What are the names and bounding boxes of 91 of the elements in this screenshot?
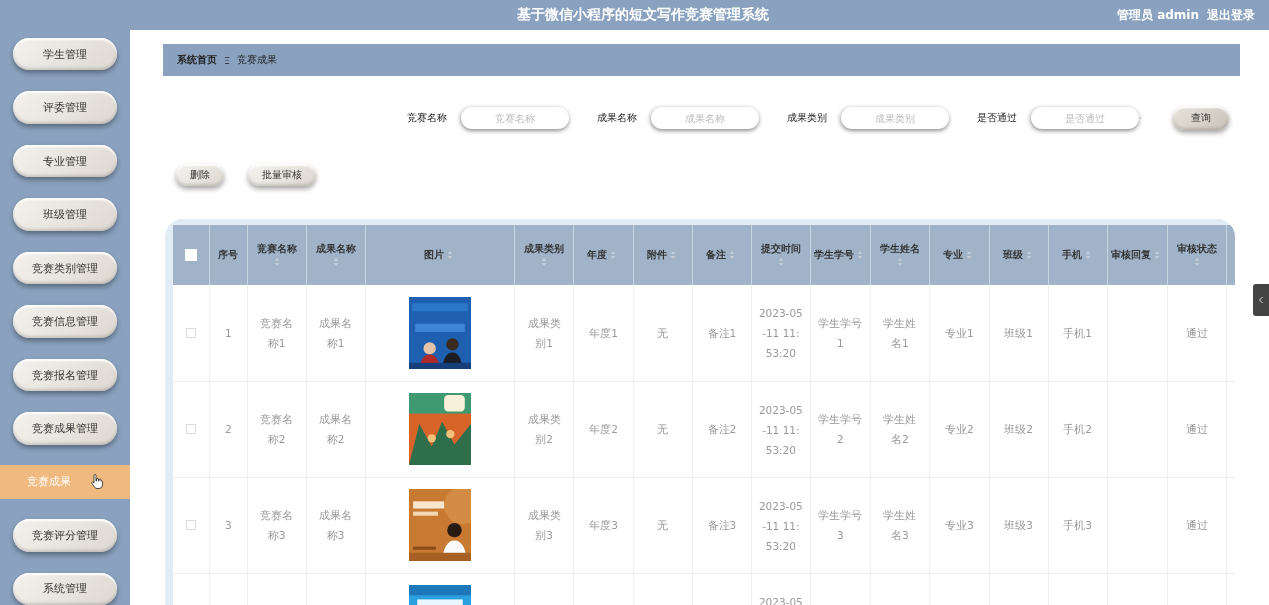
table-cell: 2023-05-11 11:53:20 <box>758 307 803 359</box>
table-cell: 班级2 <box>1004 423 1033 435</box>
table-cell: 竞赛名称1 <box>260 316 294 349</box>
table-cell: 手机2 <box>1063 423 1092 435</box>
table-cell: 通过 <box>1185 519 1208 531</box>
column-header: 提交时间 <box>760 242 801 254</box>
column-header: 图片 <box>423 248 444 260</box>
menu-button[interactable]: 竞赛报名管理 <box>13 358 117 392</box>
column-header: 审核状态 <box>1176 242 1217 254</box>
chevron-left-icon <box>1258 296 1264 304</box>
select-all-checkbox[interactable] <box>185 249 198 261</box>
column-header: 手机 <box>1061 248 1082 260</box>
menu-button[interactable]: 竞赛信息管理 <box>13 305 117 338</box>
input-field[interactable]: 竞赛名称 <box>461 107 569 129</box>
menu-button[interactable]: 学生管理 <box>13 38 117 71</box>
column-header: 专业 <box>943 248 964 260</box>
table-cell: 无 <box>657 423 669 435</box>
field-label: 是否通过 <box>977 111 1017 125</box>
table-cell: 通过 <box>1185 423 1208 435</box>
delete-button[interactable]: 删除 <box>176 164 224 186</box>
cursor-icon <box>91 474 103 490</box>
table-cell: 学生学号3 <box>818 509 863 541</box>
menu-button[interactable]: 竞赛成果管理 <box>13 412 117 445</box>
table-cell: 2023-05-11 11:53:20 <box>758 499 803 552</box>
row-checkbox[interactable] <box>186 424 197 434</box>
column-header: 年度 <box>587 248 608 260</box>
column-header: 竞赛名称 <box>256 242 297 254</box>
table-cell: 成果名称1 <box>319 316 353 349</box>
app-title: 基于微信小程序的短文写作竞赛管理系统 <box>516 6 771 24</box>
table-cell: 手机3 <box>1063 519 1092 531</box>
table-cell: 通过 <box>1185 326 1208 339</box>
table-cell: 年度1 <box>589 326 618 339</box>
row-checkbox[interactable] <box>186 327 197 338</box>
table-cell: 成果类别3 <box>527 509 561 541</box>
column-header: 成果名称 <box>315 242 356 254</box>
batch-review-button[interactable]: 批量审核 <box>248 164 316 186</box>
table-cell: 竞赛名称3 <box>260 509 294 541</box>
table-cell: 班级3 <box>1004 519 1033 531</box>
column-header: 备注 <box>705 248 726 260</box>
table-cell: 备注1 <box>707 326 737 339</box>
table-cell: 专业3 <box>944 519 974 531</box>
column-header: 班级 <box>1002 248 1023 260</box>
input-field[interactable]: 成果名称 <box>651 107 759 129</box>
table-cell: 无 <box>657 519 669 531</box>
table-cell: 成果名称3 <box>319 509 353 541</box>
table-cell: 1 <box>225 326 232 339</box>
menu-button[interactable]: 评委管理 <box>13 91 117 124</box>
table-cell: 成果类别2 <box>527 413 561 445</box>
table-cell: 3 <box>225 519 232 531</box>
field-label: 竞赛名称 <box>407 111 447 125</box>
table-cell: 学生姓名3 <box>883 509 917 541</box>
column-header: 序号 <box>218 248 239 260</box>
column-header: 成果类别 <box>524 242 564 254</box>
table-cell: 年度3 <box>589 519 618 531</box>
breadcrumb-link[interactable]: 竞赛成果 <box>237 53 277 67</box>
table-cell: 2 <box>225 423 232 435</box>
menu-button[interactable]: 竞赛评分管理 <box>13 519 117 552</box>
column-header: 学生学号 <box>814 248 855 260</box>
collapse-tab[interactable] <box>1253 284 1269 316</box>
table-cell: 成果名称2 <box>319 413 353 445</box>
query-button[interactable]: 查询 <box>1173 106 1229 130</box>
column-header: 学生姓名 <box>879 242 920 254</box>
menu-button[interactable]: 竞赛类别管理 <box>13 251 117 285</box>
column-header: 附件 <box>646 248 667 260</box>
table-cell: 专业1 <box>944 326 974 339</box>
chevron-icon <box>1137 115 1143 121</box>
column-header: 审核回复 <box>1111 248 1152 260</box>
breadcrumb-separator: Ξ <box>224 54 230 66</box>
row-checkbox[interactable] <box>186 520 197 530</box>
field-label: 成果名称 <box>597 111 637 125</box>
breadcrumb-link[interactable]: 系统首页 <box>177 53 217 67</box>
table-cell: 2023-05-11 11:53:20 <box>758 403 803 456</box>
user-label: 管理员 admin <box>1116 6 1199 24</box>
table-cell: 备注3 <box>707 519 737 531</box>
table-cell: 学生姓名1 <box>883 316 917 349</box>
menu-button[interactable]: 系统管理 <box>13 572 117 605</box>
table-cell: 年度2 <box>589 423 618 435</box>
table-cell: 无 <box>657 326 669 339</box>
table-cell: 班级1 <box>1004 326 1033 339</box>
menu-button[interactable]: 专业管理 <box>13 144 117 178</box>
table-cell: 竞赛名称2 <box>260 413 294 445</box>
table-cell: 学生学号1 <box>818 316 863 349</box>
table-cell: 成果类别1 <box>527 316 561 349</box>
table-cell: 学生学号2 <box>818 413 863 445</box>
table-cell: 2023-05 <box>758 595 803 605</box>
table-cell: 专业2 <box>944 423 974 435</box>
table-cell: 手机1 <box>1063 326 1092 339</box>
field-label: 成果类别 <box>787 111 827 125</box>
menu-button[interactable]: 班级管理 <box>13 198 117 231</box>
table-cell: 备注2 <box>707 423 737 435</box>
table-cell: 学生姓名2 <box>883 413 917 445</box>
